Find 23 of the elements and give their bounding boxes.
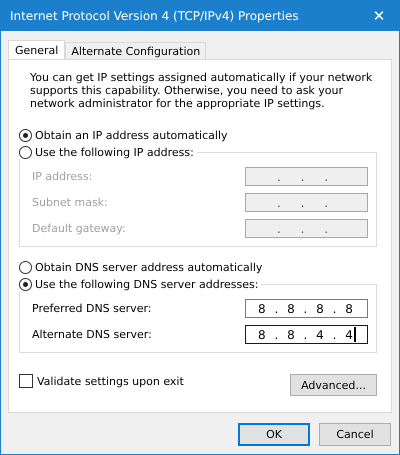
radio-label[interactable]: Obtain an IP address automatically (35, 129, 228, 142)
radio-button[interactable] (19, 261, 32, 274)
dialog-button[interactable]: OK (238, 423, 310, 446)
radio-button[interactable] (19, 129, 32, 142)
ip-address-field[interactable]: 8 . 8 . 8 . 8 (245, 299, 368, 318)
field-label: Subnet mask: (32, 196, 108, 209)
checkbox-label[interactable]: Validate settings upon exit (37, 374, 184, 388)
checkbox[interactable] (19, 374, 33, 388)
tab[interactable]: General (8, 40, 66, 59)
radio-button[interactable] (19, 146, 32, 159)
radio-label[interactable]: Obtain DNS server address automatically (35, 261, 262, 274)
field-label: IP address: (32, 170, 92, 183)
dialog-button[interactable]: Cancel (319, 423, 391, 446)
window-title: Internet Protocol Version 4 (TCP/IPv4) Properties (10, 9, 299, 23)
tab[interactable]: Alternate Configuration (65, 42, 206, 59)
radio-button[interactable] (19, 278, 32, 291)
close-icon[interactable]: ✕ (359, 7, 399, 25)
field-label: Default gateway: (32, 222, 126, 235)
field-label: Preferred DNS server: (32, 302, 152, 315)
field-label: Alternate DNS server: (32, 328, 152, 341)
intro-text: You can get IP settings assigned automatically if your network supports this capability. Otherwise, you need to ask your network administrator for the appropriate IP settings. (30, 71, 374, 110)
advanced-button[interactable]: Advanced... (290, 374, 377, 396)
ip-address-field[interactable]: 8 . 8 . 4 . 4 (245, 325, 368, 344)
